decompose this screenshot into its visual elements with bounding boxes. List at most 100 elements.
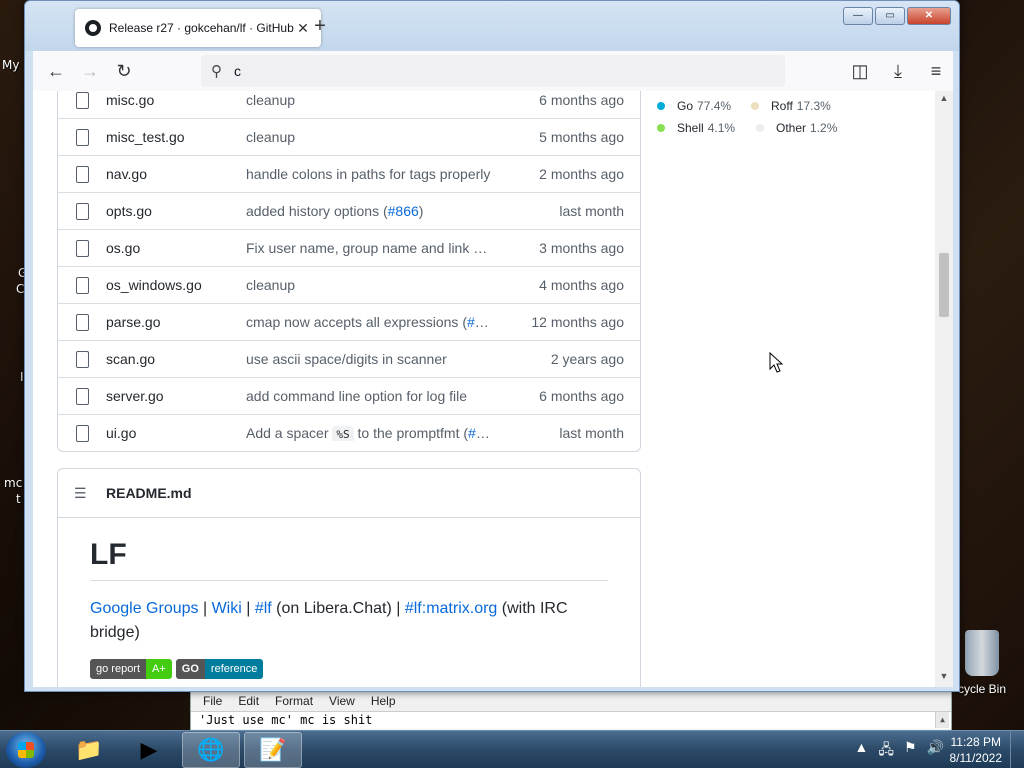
- language-go[interactable]: Go 77.4%: [657, 99, 731, 113]
- file-name[interactable]: parse.go: [106, 314, 246, 330]
- link-note: (on Libera.Chat) |: [271, 600, 405, 617]
- google-groups-link[interactable]: Google Groups: [90, 600, 199, 617]
- commit-message[interactable]: cmap now accepts all expressions (#686): [246, 314, 504, 330]
- table-row[interactable]: os_windows.go cleanup 4 months ago: [58, 266, 640, 303]
- pr-link[interactable]: #686: [467, 314, 498, 330]
- commit-message[interactable]: cleanup: [246, 92, 504, 108]
- toolbar-right: ◫ ⤓ ≡: [843, 54, 953, 88]
- table-row[interactable]: misc_test.go cleanup 5 months ago: [58, 118, 640, 155]
- file-name[interactable]: os.go: [106, 240, 246, 256]
- pr-link[interactable]: #866: [388, 203, 419, 219]
- commit-message[interactable]: Fix user name, group name and link count…: [246, 240, 504, 256]
- forward-button[interactable]: →: [73, 54, 107, 88]
- file-name[interactable]: misc.go: [106, 92, 246, 108]
- pocket-icon[interactable]: ◫: [843, 54, 877, 88]
- tray-expand-icon[interactable]: ▲: [855, 739, 869, 763]
- notepad-menu-help[interactable]: Help: [371, 694, 396, 708]
- commit-message[interactable]: cleanup: [246, 277, 504, 293]
- downloads-icon[interactable]: ⤓: [881, 54, 915, 88]
- notepad-window[interactable]: File Edit Format View Help 'Just use mc'…: [190, 690, 952, 732]
- tab-bar: Release r27 · gokcehan/lf · GitHub ✕ + —…: [25, 1, 959, 51]
- table-row[interactable]: opts.go added history options (#866) las…: [58, 192, 640, 229]
- start-button[interactable]: [6, 732, 46, 768]
- scroll-up-arrow-icon[interactable]: ▲: [935, 712, 949, 728]
- file-name[interactable]: misc_test.go: [106, 129, 246, 145]
- separator: |: [198, 600, 212, 617]
- clock-date: 8/11/2022: [949, 751, 1003, 765]
- notepad-icon[interactable]: 📝: [244, 732, 302, 768]
- table-row[interactable]: misc.go cleanup 6 months ago: [58, 91, 640, 118]
- go-report-badge[interactable]: go report A+: [90, 659, 172, 679]
- notepad-text-area[interactable]: 'Just use mc' mc is shit ▲: [191, 711, 951, 729]
- language-name: Other: [776, 121, 807, 135]
- notepad-text: 'Just use mc' mc is shit: [199, 713, 373, 727]
- table-row[interactable]: os.go Fix user name, group name and link…: [58, 229, 640, 266]
- recycle-bin-icon: [965, 630, 999, 676]
- table-row[interactable]: ui.go Add a spacer %S to the promptfmt (…: [58, 414, 640, 451]
- scroll-up-arrow-icon[interactable]: ▲: [935, 93, 953, 107]
- language-percent: 4.1%: [707, 121, 736, 135]
- table-row[interactable]: parse.go cmap now accepts all expression…: [58, 303, 640, 340]
- url-bar[interactable]: ⚲ c: [201, 55, 785, 87]
- desktop-icon-label[interactable]: mc: [4, 476, 22, 490]
- commit-age: 2 months ago: [539, 166, 624, 182]
- notepad-menu-file[interactable]: File: [203, 694, 222, 708]
- close-button[interactable]: ✕: [907, 7, 951, 25]
- language-percent: 1.2%: [810, 121, 838, 135]
- list-icon[interactable]: ☰: [74, 485, 90, 502]
- language-shell[interactable]: Shell 4.1%: [657, 121, 735, 135]
- readme-filename[interactable]: README.md: [106, 485, 192, 501]
- commit-age: last month: [559, 425, 624, 441]
- wiki-link[interactable]: Wiki: [212, 600, 242, 617]
- new-tab-button[interactable]: +: [308, 15, 332, 38]
- notepad-menu-format[interactable]: Format: [275, 694, 313, 708]
- commit-message[interactable]: added history options (#866): [246, 203, 504, 219]
- desktop-icon-label[interactable]: t: [16, 492, 21, 506]
- recycle-bin[interactable]: cycle Bin: [952, 630, 1012, 696]
- minimize-button[interactable]: —: [843, 7, 873, 25]
- commit-message[interactable]: Add a spacer %S to the promptfmt (#867): [246, 425, 504, 441]
- pr-link[interactable]: #867: [468, 425, 499, 441]
- commit-message[interactable]: use ascii space/digits in scanner: [246, 351, 504, 367]
- desktop-icon-label[interactable]: I: [20, 370, 24, 384]
- tab-release-r27[interactable]: Release r27 · gokcehan/lf · GitHub ✕: [75, 9, 321, 47]
- firefox-icon[interactable]: 🌐: [182, 732, 240, 768]
- scrollbar-thumb[interactable]: [939, 253, 949, 317]
- show-desktop-button[interactable]: [1010, 731, 1024, 768]
- file-name[interactable]: ui.go: [106, 425, 246, 441]
- irc-lf-link[interactable]: #lf: [255, 600, 272, 617]
- table-row[interactable]: nav.go handle colons in paths for tags p…: [58, 155, 640, 192]
- network-icon[interactable]: 🖧: [878, 739, 894, 763]
- notepad-menu-view[interactable]: View: [329, 694, 355, 708]
- volume-icon[interactable]: 🔊: [927, 739, 944, 763]
- file-name[interactable]: opts.go: [106, 203, 246, 219]
- explorer-icon[interactable]: 📁: [60, 732, 118, 768]
- back-button[interactable]: ←: [39, 54, 73, 88]
- file-name[interactable]: nav.go: [106, 166, 246, 182]
- table-row[interactable]: scan.go use ascii space/digits in scanne…: [58, 340, 640, 377]
- scroll-down-arrow-icon[interactable]: ▼: [935, 671, 953, 685]
- page-scrollbar[interactable]: ▲ ▼: [935, 91, 953, 687]
- clock[interactable]: 11:28 PM 8/11/2022: [950, 734, 1003, 766]
- language-name: Go: [677, 99, 694, 113]
- language-roff[interactable]: Roff 17.3%: [751, 99, 831, 113]
- notepad-menu-edit[interactable]: Edit: [238, 694, 259, 708]
- table-row[interactable]: server.go add command line option for lo…: [58, 377, 640, 414]
- commit-message[interactable]: handle colons in paths for tags properly: [246, 166, 504, 182]
- badge-label: go report: [90, 659, 147, 679]
- action-center-icon[interactable]: ⚑: [904, 739, 917, 763]
- maximize-button[interactable]: ▭: [875, 7, 905, 25]
- matrix-link[interactable]: #lf:matrix.org: [405, 600, 497, 617]
- file-name[interactable]: os_windows.go: [106, 277, 246, 293]
- media-player-icon[interactable]: ▶: [120, 732, 178, 768]
- go-reference-badge[interactable]: GO reference: [175, 659, 264, 679]
- language-other[interactable]: Other 1.2%: [756, 121, 837, 135]
- language-percent: 17.3%: [796, 99, 831, 113]
- commit-message[interactable]: cleanup: [246, 129, 504, 145]
- reload-button[interactable]: ↻: [107, 54, 141, 88]
- file-name[interactable]: scan.go: [106, 351, 246, 367]
- menu-icon[interactable]: ≡: [919, 54, 953, 88]
- file-name[interactable]: server.go: [106, 388, 246, 404]
- readme-heading: LF: [90, 518, 608, 581]
- commit-message[interactable]: add command line option for log file: [246, 388, 504, 404]
